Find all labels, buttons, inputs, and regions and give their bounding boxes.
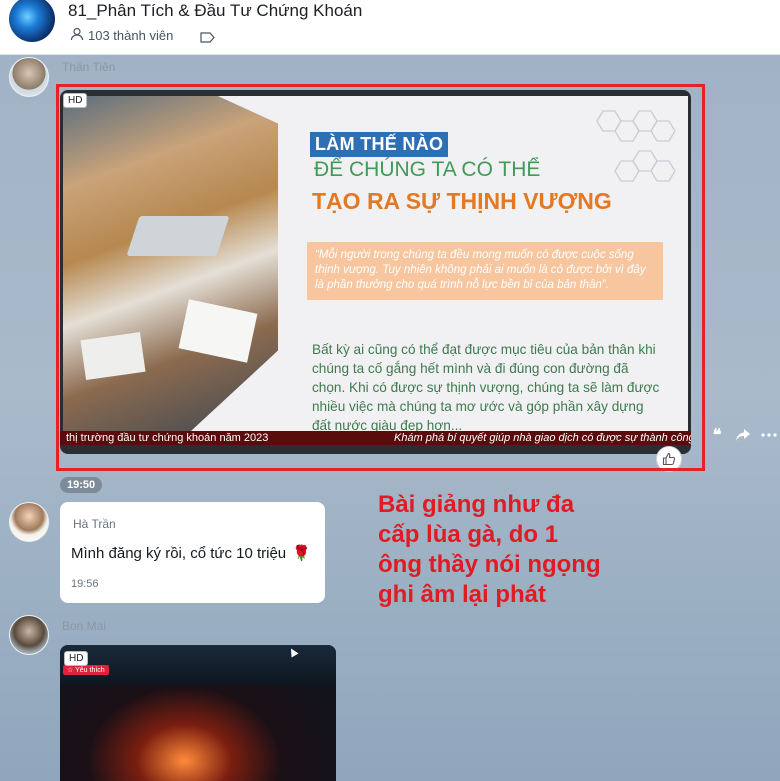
video-message[interactable]: ☆ Yêu thích (60, 645, 336, 781)
ticker-left-text: thị trường đầu tư chứng khoán năm 2023 (66, 432, 269, 444)
message-actions: ❝ (708, 426, 778, 444)
message-body: Mình đăng ký rồi, cổ tức 10 triệu 🌹 (71, 544, 311, 563)
like-button[interactable] (656, 446, 682, 472)
hexagon-decoration-icon (596, 110, 676, 182)
paper-shape (178, 299, 258, 363)
member-count[interactable]: 103 thành viên (70, 27, 173, 44)
sender-name: Hà Trần (73, 517, 116, 531)
slide-title: TẠO RA SỰ THỊNH VƯỢNG (312, 188, 612, 214)
avatar[interactable] (9, 615, 49, 655)
tag-icon[interactable] (200, 30, 215, 48)
slide-quote: “Mỗi người trong chúng ta đều mong muốn … (307, 242, 663, 300)
favorite-label: ☆ Yêu thích (63, 665, 109, 675)
text-message[interactable]: Hà Trần Mình đăng ký rồi, cổ tức 10 triệ… (60, 502, 325, 603)
thumbs-up-icon (662, 452, 676, 466)
message-time: 19:56 (71, 578, 99, 590)
slide-body: Bất kỳ ai cũng có thể đạt được mục tiêu … (312, 342, 660, 433)
sender-name: Thần Tiên (62, 60, 116, 74)
group-avatar[interactable] (9, 0, 55, 42)
person-icon (70, 27, 84, 44)
avatar[interactable] (9, 57, 49, 97)
red-annotation: Bài giảng như đa cấp lùa gà, do 1 ông th… (378, 491, 601, 608)
sender-name: Bon Mai (62, 619, 107, 633)
hd-badge: HD (63, 93, 88, 108)
quote-icon[interactable]: ❝ (708, 426, 726, 444)
meeting-photo (63, 96, 278, 440)
avatar[interactable] (9, 502, 49, 542)
slide-subheading: ĐỂ CHÚNG TA CÓ THỂ (314, 158, 541, 181)
ticker-right-text: Khám phá bí quyết giúp nhà giao dịch có … (394, 432, 691, 444)
chat-header: 81_Phân Tích & Đầu Tư Chứng Khoán 103 th… (0, 0, 780, 55)
message-text: Mình đăng ký rồi, cổ tức 10 triệu (71, 544, 287, 562)
share-icon[interactable] (734, 426, 752, 444)
video-message[interactable]: LÀM THẾ NÀO ĐỂ CHÚNG TA CÓ THỂ TẠO RA SỰ… (60, 90, 691, 454)
hd-badge: HD (64, 651, 89, 666)
group-title[interactable]: 81_Phân Tích & Đầu Tư Chứng Khoán (68, 1, 362, 21)
more-icon[interactable] (760, 426, 778, 444)
paper-shape (80, 332, 146, 380)
laptop-shape (126, 216, 230, 256)
slide-heading-badge: LÀM THẾ NÀO (310, 132, 449, 157)
video-slide: LÀM THẾ NÀO ĐỂ CHÚNG TA CÓ THỂ TẠO RA SỰ… (63, 96, 688, 440)
news-ticker: thị trường đầu tư chứng khoán năm 2023 K… (60, 431, 691, 445)
timestamp-pill: 19:50 (60, 477, 103, 493)
member-count-label: 103 thành viên (88, 28, 174, 43)
rose-emoji: 🌹 (292, 545, 311, 562)
